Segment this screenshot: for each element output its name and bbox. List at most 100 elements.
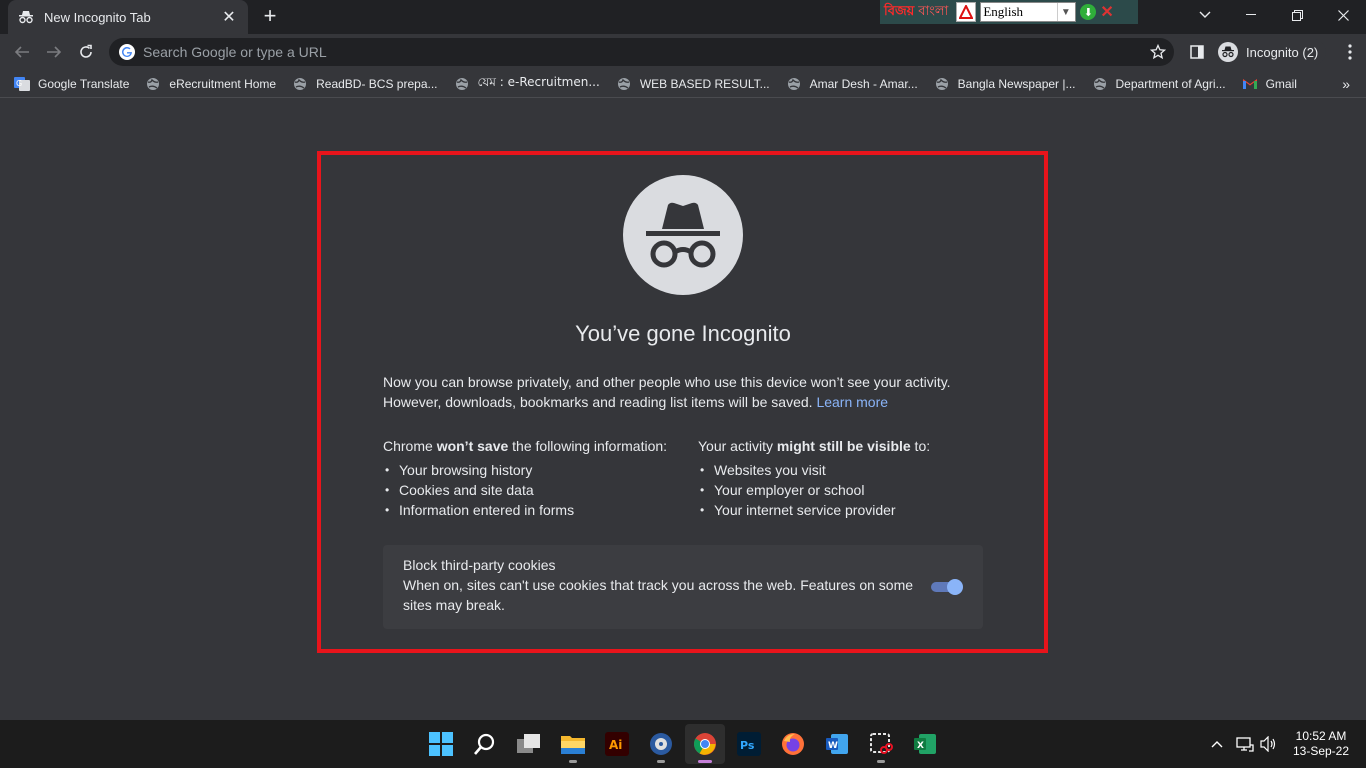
bookmark-label: Gmail: [1265, 76, 1297, 91]
volume-icon[interactable]: [1258, 720, 1280, 768]
still-visible-heading: Your activity might still be visible to:: [698, 438, 931, 454]
bookmark-web-based-result[interactable]: WEB BASED RESULT...: [616, 76, 770, 92]
page-title: You’ve gone Incognito: [575, 321, 791, 346]
profile-incognito-button[interactable]: Incognito (2): [1214, 39, 1326, 65]
browser-toolbar: Incognito (2): [0, 34, 1366, 70]
bookmark-erecruitment-home[interactable]: eRecruitment Home: [145, 76, 276, 92]
globe-icon: [145, 76, 161, 92]
forward-button[interactable]: [38, 36, 70, 68]
bookmark-department-of-agri[interactable]: Department of Agri...: [1092, 76, 1226, 92]
google-icon: [119, 44, 135, 60]
bookmarks-overflow-icon[interactable]: »: [1342, 76, 1350, 92]
incognito-icon: [18, 9, 34, 25]
close-window-button[interactable]: [1320, 0, 1366, 30]
svg-text:G: G: [16, 79, 22, 88]
third-party-cookies-card: Block third-party cookies When on, sites…: [383, 545, 983, 629]
bookmark-label: যেম : e-Recruitmen...: [477, 74, 600, 89]
incognito-page: You’ve gone Incognito Now you can browse…: [0, 99, 1366, 720]
chrome-icon[interactable]: [685, 724, 725, 764]
globe-icon: [616, 76, 632, 92]
ime-language-select[interactable]: English ▼: [980, 2, 1077, 22]
back-button[interactable]: [6, 36, 38, 68]
media-player-icon[interactable]: [641, 724, 681, 764]
firefox-icon[interactable]: [773, 724, 813, 764]
ime-brand[interactable]: বিজয়: [884, 2, 914, 23]
excel-icon[interactable]: X: [905, 724, 945, 764]
address-bar[interactable]: [109, 38, 1174, 66]
intro-text: Now you can browse privately, and other …: [383, 372, 983, 412]
intro-line-2: However, downloads, bookmarks and readin…: [383, 394, 813, 410]
system-clock[interactable]: 10:52 AM 13-Sep-22: [1286, 729, 1356, 759]
bookmark-label: Amar Desh - Amar...: [809, 76, 918, 91]
restore-button[interactable]: [1274, 0, 1320, 30]
tab-new-incognito[interactable]: New Incognito Tab ✕: [8, 0, 248, 34]
incognito-hero-icon: [623, 175, 743, 295]
list-item: Your browsing history: [383, 460, 683, 480]
svg-text:Ps: Ps: [740, 739, 755, 752]
reload-button[interactable]: [70, 36, 102, 68]
omnibox-input[interactable]: [143, 44, 1164, 60]
bookmark-e-recruitment[interactable]: যেম : e-Recruitmen...: [454, 74, 600, 94]
bookmark-label: Bangla Newspaper |...: [957, 76, 1076, 91]
ime-toolbar: বিজয় বাংলা English ▼ ⬇ ✕: [880, 0, 1138, 24]
bookmark-label: WEB BASED RESULT...: [639, 76, 770, 91]
new-tab-button[interactable]: +: [258, 5, 282, 29]
taskbar: Ai Ps W X 10:52 AM 13-Sep-22: [0, 720, 1366, 768]
close-ime-icon[interactable]: ✕: [1100, 2, 1113, 22]
svg-text:W: W: [828, 741, 838, 751]
bookmark-gmail[interactable]: Gmail: [1242, 76, 1297, 92]
word-icon[interactable]: W: [817, 724, 857, 764]
globe-icon: [292, 76, 308, 92]
side-panel-icon[interactable]: [1181, 36, 1213, 68]
globe-icon: [1092, 76, 1108, 92]
list-item: Your internet service provider: [698, 500, 998, 520]
close-tab-icon[interactable]: ✕: [220, 7, 238, 27]
tab-search-chevron-icon[interactable]: [1182, 0, 1228, 30]
chevron-down-icon: ▼: [1057, 3, 1073, 21]
file-explorer-icon[interactable]: [553, 724, 593, 764]
task-view-icon[interactable]: [509, 724, 549, 764]
menu-kebab-icon[interactable]: [1334, 36, 1366, 68]
ime-script-label[interactable]: বাংলা: [918, 2, 948, 23]
bookmark-star-icon[interactable]: [1149, 43, 1167, 65]
intro-line-1: Now you can browse privately, and other …: [383, 374, 951, 390]
profile-label: Incognito (2): [1246, 44, 1319, 60]
bookmark-label: eRecruitment Home: [169, 76, 277, 91]
cookie-card-title: Block third-party cookies: [403, 557, 556, 573]
bookmark-label: ReadBD- BCS prepa...: [316, 76, 438, 91]
tab-title: New Incognito Tab: [44, 9, 151, 25]
ime-mode-icon[interactable]: [956, 2, 977, 22]
bookmark-label: Google Translate: [38, 76, 130, 91]
ime-language-value: English: [983, 4, 1024, 19]
learn-more-link[interactable]: Learn more: [816, 394, 888, 410]
network-icon[interactable]: [1234, 720, 1256, 768]
bookmarks-bar: G Google Translate eRecruitment Home Rea…: [0, 70, 1366, 98]
bookmark-readbd[interactable]: ReadBD- BCS prepa...: [292, 76, 438, 92]
list-item: Websites you visit: [698, 460, 998, 480]
wont-save-heading: Chrome won’t save the following informat…: [383, 438, 668, 454]
incognito-avatar-icon: [1218, 42, 1238, 62]
download-icon[interactable]: ⬇: [1080, 4, 1097, 20]
tray-overflow-chevron-icon[interactable]: [1206, 720, 1228, 768]
gmail-icon: [1242, 76, 1258, 92]
globe-icon: [934, 76, 950, 92]
illustrator-icon[interactable]: Ai: [597, 724, 637, 764]
clock-date: 13-Sep-22: [1292, 744, 1350, 758]
block-cookies-toggle[interactable]: [931, 579, 963, 595]
bookmark-label: Department of Agri...: [1115, 76, 1226, 91]
bookmark-google-translate[interactable]: G Google Translate: [14, 76, 129, 92]
snipping-tool-icon[interactable]: [861, 724, 901, 764]
minimize-button[interactable]: [1228, 0, 1274, 30]
clock-time: 10:52 AM: [1295, 729, 1347, 743]
search-icon[interactable]: [465, 724, 505, 764]
list-item: Cookies and site data: [383, 480, 683, 500]
still-visible-list: Websites you visit Your employer or scho…: [698, 460, 998, 520]
cookie-card-description: When on, sites can't use cookies that tr…: [403, 577, 914, 613]
photoshop-icon[interactable]: Ps: [729, 724, 769, 764]
svg-text:X: X: [917, 741, 924, 751]
list-item: Your employer or school: [698, 480, 998, 500]
start-icon[interactable]: [421, 724, 461, 764]
bookmark-amar-desh[interactable]: Amar Desh - Amar...: [786, 76, 918, 92]
bookmark-bangla-newspaper[interactable]: Bangla Newspaper |...: [934, 76, 1076, 92]
svg-text:Ai: Ai: [609, 738, 622, 752]
